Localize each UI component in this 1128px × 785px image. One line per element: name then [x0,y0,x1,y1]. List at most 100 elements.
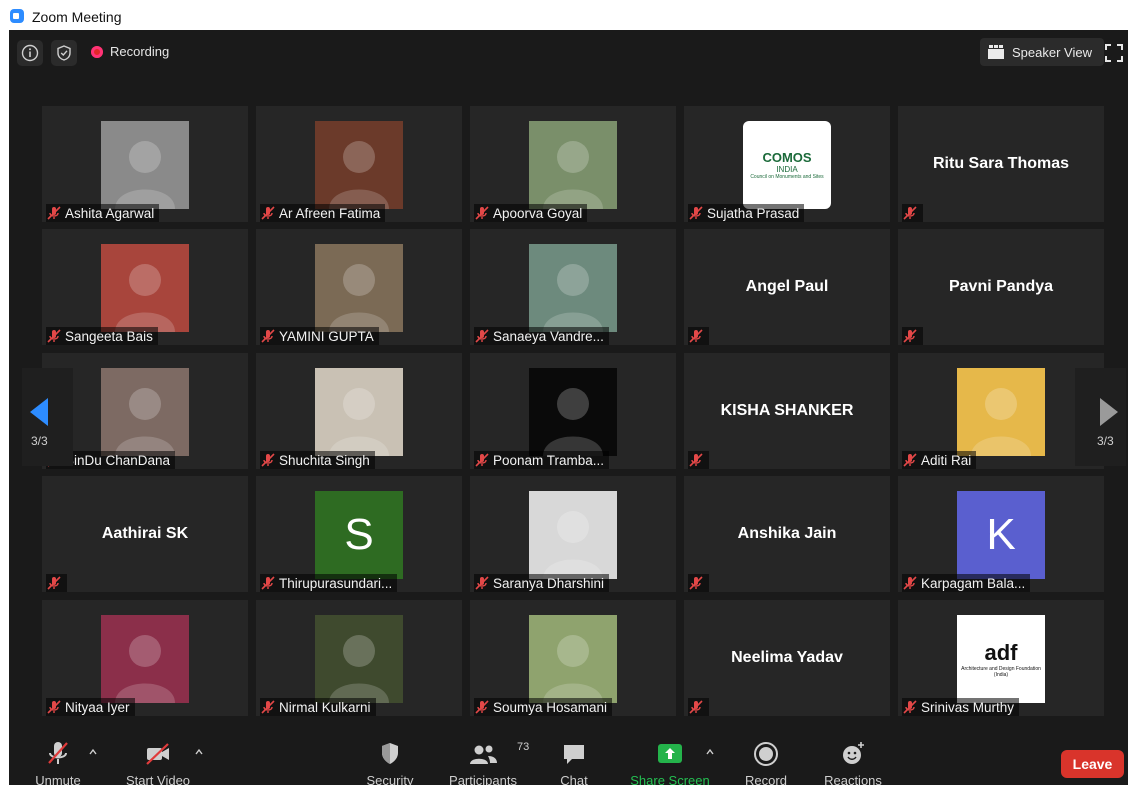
participant-name-label [902,327,923,345]
participant-name-label: Soumya Hosamani [474,698,613,716]
mic-muted-icon [903,329,917,343]
participant-photo [101,615,189,703]
page-indicator-left: 3/3 [31,434,48,448]
previous-page-button[interactable]: 3/3 [22,368,73,466]
mic-muted-icon [261,206,275,220]
participant-photo [101,368,189,456]
participant-logo: adf Architecture and Design Foundation (I… [957,615,1045,703]
speaker-view-label: Speaker View [1012,44,1092,60]
encryption-shield-icon[interactable] [51,40,77,66]
participant-tile[interactable]: Neelima Yadav [684,600,890,716]
speaker-view-button[interactable]: Speaker View [980,38,1104,66]
participant-tile[interactable]: Ashita Agarwal [42,106,248,222]
participant-logo: COMOS INDIA Council on Monuments and Sites [743,121,831,209]
participant-tile[interactable]: Angel Paul [684,229,890,345]
participant-name-label [688,574,709,592]
video-options-chevron-icon[interactable] [195,748,203,756]
audio-options-chevron-icon[interactable] [89,748,97,756]
participant-name-label: Sangeeta Bais [46,327,158,345]
participant-tile[interactable]: K Karpagam Bala... [898,476,1104,592]
mic-muted-icon [47,206,61,220]
window-title: Zoom Meeting [32,9,122,25]
participant-tile[interactable]: Ar Afreen Fatima [256,106,462,222]
participant-tile[interactable]: Apoorva Goyal [470,106,676,222]
participant-tile[interactable]: Shuchita Singh [256,353,462,469]
share-options-chevron-icon[interactable] [706,748,714,756]
mic-muted-icon [47,329,61,343]
participant-tile[interactable]: Aathirai SK [42,476,248,592]
security-button[interactable]: Security [365,739,415,785]
participant-name-label [688,327,709,345]
participant-tile[interactable]: YAMINI GUPTA [256,229,462,345]
participant-name-label: Srinivas Murthy [902,698,1020,716]
share-screen-icon [658,744,682,763]
participant-photo [315,244,403,332]
participant-name-label: Sanaeya Vandre... [474,327,609,345]
unmute-button[interactable]: Unmute [33,739,83,785]
participant-tile[interactable]: KISHA SHANKER [684,353,890,469]
leave-button[interactable]: Leave [1061,750,1124,778]
participant-photo [957,368,1045,456]
participant-name-label [46,574,67,592]
participant-tile[interactable]: Aditi Rai [898,353,1104,469]
record-button[interactable]: Record [743,739,789,785]
mic-muted-icon [475,206,489,220]
mic-muted-icon [903,576,917,590]
participant-display-name: Neelima Yadav [731,649,843,666]
participant-tile[interactable]: Poonam Tramba... [470,353,676,469]
participant-tile[interactable]: Sanaeya Vandre... [470,229,676,345]
mic-muted-icon [47,576,61,590]
mic-muted-icon [903,206,917,220]
fullscreen-icon[interactable] [1105,44,1123,62]
mic-muted-icon [261,576,275,590]
next-page-button[interactable]: 3/3 [1075,368,1126,466]
participant-tile[interactable]: Soumya Hosamani [470,600,676,716]
mic-muted-icon [261,329,275,343]
recording-label: Recording [110,44,170,59]
participant-display-name: KISHA SHANKER [720,402,854,419]
recording-dot-icon [91,45,103,58]
mic-muted-icon [903,700,917,714]
participant-tile[interactable]: S Thirupurasundari... [256,476,462,592]
participant-photo [529,121,617,209]
start-video-button[interactable]: Start Video [125,739,191,785]
reactions-smiley-icon [843,742,864,764]
participant-tile[interactable]: Ritu Sara Thomas [898,106,1104,222]
recording-indicator[interactable]: Recording [91,44,169,59]
grid-view-icon [988,45,1004,59]
participant-name-label: Saranya Dharshini [474,574,610,592]
mic-muted-icon [261,453,275,467]
meeting-window: Recording Speaker View Ashita Agarwal Ar … [9,30,1128,785]
participant-tile[interactable]: Nirmal Kulkarni [256,600,462,716]
participant-tile[interactable]: adf Architecture and Design Foundation (I… [898,600,1104,716]
participants-button[interactable]: 73 Participants [447,739,529,785]
mic-muted-icon [261,700,275,714]
participant-tile[interactable]: Nityaa Iyer [42,600,248,716]
mic-muted-icon [475,453,489,467]
participant-tile[interactable]: Sangeeta Bais [42,229,248,345]
participant-name-label: Karpagam Bala... [902,574,1031,592]
participant-name-label: Shuchita Singh [260,451,375,469]
participant-tile[interactable]: Saranya Dharshini [470,476,676,592]
mic-muted-icon [475,700,489,714]
participant-display-name: Aathirai SK [101,525,189,542]
meeting-toolbar: Unmute Start Video Security 73 Participa… [9,730,1128,785]
participant-display-name: Ritu Sara Thomas [932,155,1070,172]
mic-muted-icon [689,576,703,590]
participant-tile[interactable]: Pavni Pandya [898,229,1104,345]
participant-photo [529,615,617,703]
chat-button[interactable]: Chat [554,739,594,785]
participant-display-name: Angel Paul [745,278,829,295]
participant-photo [529,244,617,332]
participant-tile[interactable]: COMOS INDIA Council on Monuments and Sites… [684,106,890,222]
participants-icon [470,745,497,764]
participant-name-label [688,451,709,469]
reactions-button[interactable]: Reactions [823,739,883,785]
share-screen-button[interactable]: Share Screen [629,739,711,785]
mic-muted-icon [475,576,489,590]
title-bar: Zoom Meeting [0,0,1128,30]
participant-name-label: Ashita Agarwal [46,204,160,222]
info-icon[interactable] [17,40,43,66]
participant-tile[interactable]: Anshika Jain [684,476,890,592]
participant-name-label: YAMINI GUPTA [260,327,379,345]
